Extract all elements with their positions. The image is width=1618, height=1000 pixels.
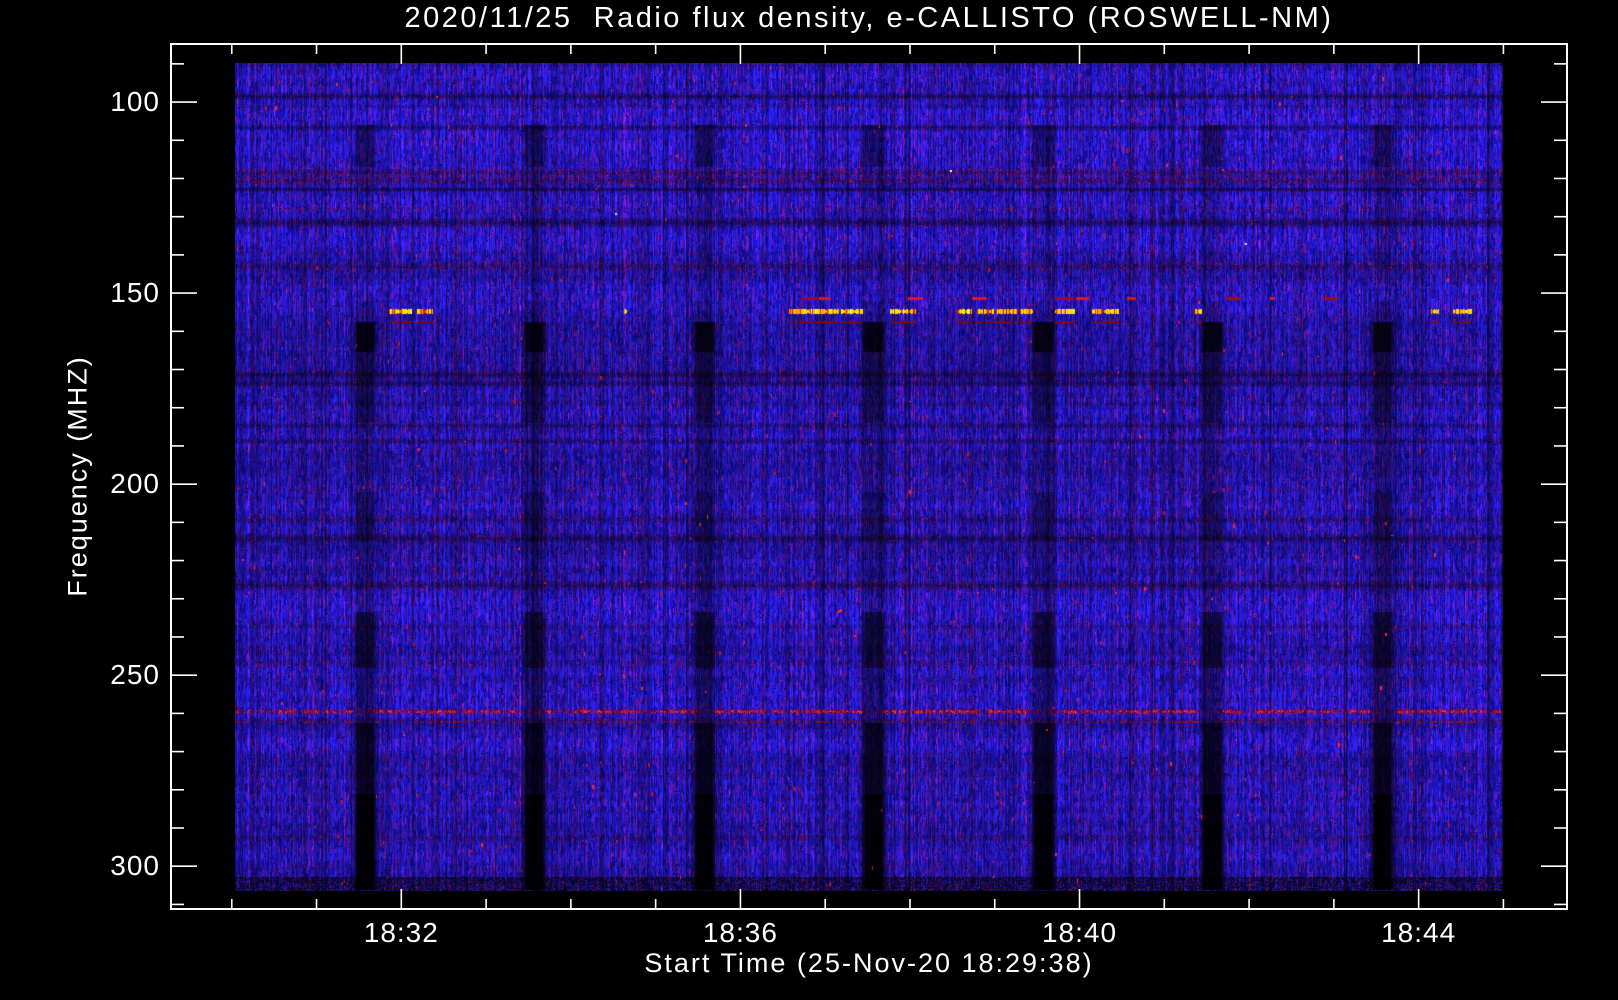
x-tick-label: 18:44 <box>1349 917 1489 949</box>
x-tick-label: 18:36 <box>670 917 810 949</box>
x-tick-label: 18:40 <box>1010 917 1150 949</box>
y-tick-label: 250 <box>88 659 160 691</box>
y-tick-label: 100 <box>88 86 160 118</box>
y-tick-label: 300 <box>88 850 160 882</box>
plot-axes <box>0 0 1618 1000</box>
plot-frame <box>171 44 1567 909</box>
y-tick-label: 200 <box>88 468 160 500</box>
x-tick-label: 18:32 <box>331 917 471 949</box>
plot-title: 2020/11/25 Radio flux density, e-CALLIST… <box>171 2 1567 35</box>
x-axis-label: Start Time (25-Nov-20 18:29:38) <box>171 948 1567 979</box>
spectrogram-page: 2020/11/25 Radio flux density, e-CALLIST… <box>0 0 1618 1000</box>
y-tick-label: 150 <box>88 277 160 309</box>
